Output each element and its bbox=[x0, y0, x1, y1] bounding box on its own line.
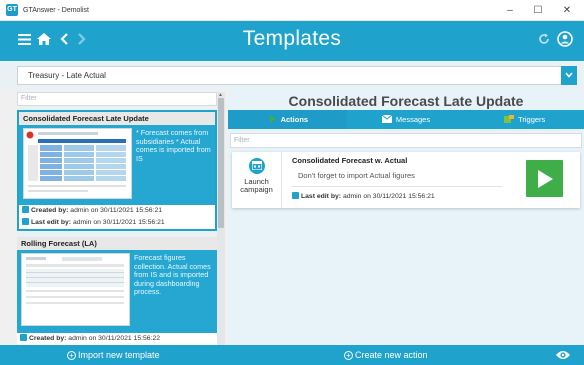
edit-value: admin on 30/11/2021 15:56:21 bbox=[72, 219, 165, 226]
play-icon bbox=[269, 115, 276, 123]
plus-circle-icon: + bbox=[67, 351, 76, 360]
tab-actions[interactable]: Actions bbox=[228, 110, 347, 129]
action-description: Don't forget to import Actual figures bbox=[298, 171, 415, 180]
actions-filter-input[interactable]: Filter bbox=[230, 133, 582, 148]
template-preview-thumbnail bbox=[23, 128, 132, 199]
action-divider bbox=[292, 186, 502, 187]
app-logo-icon: GT bbox=[6, 4, 18, 16]
create-action-label: Create new action bbox=[355, 350, 428, 360]
template-detail-panel: Consolidated Forecast Late Update Action… bbox=[228, 89, 584, 345]
run-action-button[interactable] bbox=[526, 160, 563, 197]
created-value: admin on 30/11/2021 15:56:22 bbox=[68, 335, 161, 342]
campaign-icon bbox=[248, 158, 265, 174]
scrollbar-thumb[interactable] bbox=[218, 98, 224, 228]
tab-label: Actions bbox=[280, 115, 309, 124]
template-card-rolling-forecast[interactable]: Rolling Forecast (LA) Forecast figures c… bbox=[17, 237, 217, 345]
edit-value: admin on 30/11/2021 15:56:21 bbox=[342, 193, 435, 200]
template-created-meta: Created by: admin on 30/11/2021 15:56:22 bbox=[17, 333, 217, 345]
detail-tabs: Actions Messages Triggers bbox=[228, 110, 584, 129]
tab-triggers[interactable]: Triggers bbox=[465, 110, 584, 129]
message-icon bbox=[381, 115, 392, 123]
template-set-select[interactable]: Treasury - Late Actual bbox=[17, 66, 577, 85]
templates-scrollbar[interactable]: ▲ bbox=[217, 92, 225, 345]
template-edit-meta: Last edit by: admin on 30/11/2021 15:56:… bbox=[19, 217, 215, 229]
launch-campaign-label: Launch campaign bbox=[240, 177, 273, 194]
launch-campaign-button[interactable]: Launch campaign bbox=[232, 152, 282, 208]
app-header: Templates bbox=[0, 21, 584, 61]
action-edit-meta: Last edit by: admin on 30/11/2021 15:56:… bbox=[292, 192, 435, 200]
window-titlebar: GT GTAnswer - Demolist – ☐ ✕ bbox=[0, 0, 584, 21]
template-card-title: Rolling Forecast (LA) bbox=[17, 237, 217, 250]
template-set-value: Treasury - Late Actual bbox=[28, 71, 106, 80]
action-card[interactable]: Launch campaign Consolidated Forecast w.… bbox=[232, 152, 580, 208]
tab-label: Triggers bbox=[518, 115, 546, 124]
page-title: Templates bbox=[242, 27, 342, 50]
maximize-button[interactable]: ☐ bbox=[523, 0, 553, 21]
minimize-button[interactable]: – bbox=[495, 0, 525, 21]
eye-icon[interactable] bbox=[556, 349, 570, 361]
window-title: GTAnswer - Demolist bbox=[23, 6, 89, 14]
created-label: Created by: bbox=[31, 207, 69, 214]
import-template-button[interactable]: + Import new template bbox=[67, 349, 160, 361]
tab-label: Messages bbox=[395, 115, 431, 124]
templates-list-panel: Filter Consolidated Forecast Late Update bbox=[17, 92, 217, 345]
import-template-label: Import new template bbox=[78, 350, 160, 360]
app-footer: + Import new template + Create new action bbox=[0, 345, 584, 365]
template-card-description: * Forecast comes from subsidiaries * Act… bbox=[136, 128, 211, 163]
chevron-down-icon[interactable] bbox=[561, 66, 577, 85]
template-detail-title: Consolidated Forecast Late Update bbox=[288, 93, 524, 109]
action-name: Consolidated Forecast w. Actual bbox=[292, 156, 408, 165]
template-card-title: Consolidated Forecast Late Update bbox=[19, 112, 215, 125]
play-icon bbox=[538, 170, 553, 188]
template-card-consolidated[interactable]: Consolidated Forecast Late Update * Fore… bbox=[17, 110, 217, 231]
edit-icon bbox=[22, 218, 29, 225]
template-created-meta: Created by: admin on 30/11/2021 15:56:21 bbox=[19, 205, 215, 217]
template-card-description: Forecast figures collection. Actual come… bbox=[134, 253, 211, 297]
edit-label: Last edit by: bbox=[301, 193, 342, 200]
user-icon bbox=[22, 206, 29, 213]
created-label: Created by: bbox=[29, 335, 67, 342]
refresh-icon[interactable] bbox=[535, 31, 553, 51]
templates-filter-input[interactable]: Filter bbox=[17, 92, 217, 106]
template-preview-thumbnail bbox=[21, 253, 130, 326]
selector-band: Treasury - Late Actual bbox=[0, 61, 584, 89]
close-button[interactable]: ✕ bbox=[552, 0, 582, 21]
edit-icon bbox=[292, 192, 299, 199]
puzzle-icon bbox=[504, 115, 515, 123]
user-account-icon[interactable] bbox=[556, 31, 574, 53]
edit-label: Last edit by: bbox=[31, 219, 72, 226]
created-value: admin on 30/11/2021 15:56:21 bbox=[70, 207, 163, 214]
create-action-button[interactable]: + Create new action bbox=[344, 349, 428, 361]
tab-messages[interactable]: Messages bbox=[347, 110, 466, 129]
plus-circle-icon: + bbox=[344, 351, 353, 360]
user-icon bbox=[20, 334, 27, 341]
